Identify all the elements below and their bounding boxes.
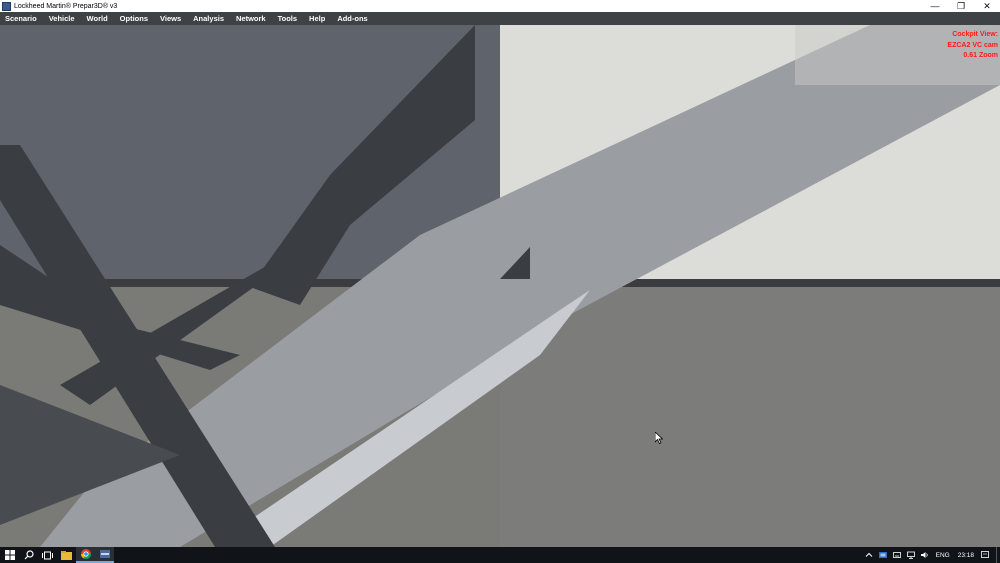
start-icon — [4, 550, 15, 560]
cockpit-scene — [0, 25, 1000, 547]
windows-taskbar: ENG 23:18 — [0, 547, 1000, 563]
chrome-button[interactable] — [76, 547, 95, 563]
start-button[interactable] — [0, 547, 19, 563]
chrome-icon — [80, 549, 91, 559]
input-language[interactable]: ENG — [932, 552, 954, 559]
menu-network[interactable]: Network — [230, 12, 272, 25]
title-bar: Lockheed Martin® Prepar3D® v3 — ❐ ✕ — [0, 0, 1000, 12]
chevron-up-icon[interactable] — [865, 551, 873, 559]
file-explorer-icon — [61, 550, 72, 560]
display-icon[interactable] — [878, 551, 887, 559]
close-button[interactable]: ✕ — [974, 0, 1000, 12]
prepar3d-app-icon — [2, 1, 11, 11]
hud-camera-name: EZCA2 VC cam — [947, 41, 998, 49]
restore-button[interactable]: ❐ — [948, 0, 974, 12]
keyboard-icon[interactable] — [892, 551, 901, 559]
notifications-icon[interactable] — [981, 551, 989, 559]
menu-views[interactable]: Views — [154, 12, 187, 25]
prepar3d-taskbar-button[interactable] — [95, 547, 114, 563]
volume-icon[interactable] — [920, 551, 929, 559]
menu-options[interactable]: Options — [114, 12, 154, 25]
task-view-button[interactable] — [38, 547, 57, 563]
file-explorer-button[interactable] — [57, 547, 76, 563]
menu-world[interactable]: World — [81, 12, 114, 25]
clock[interactable]: 23:18 — [954, 552, 978, 559]
menu-help[interactable]: Help — [303, 12, 331, 25]
menu-vehicle[interactable]: Vehicle — [43, 12, 81, 25]
menu-add-ons[interactable]: Add-ons — [331, 12, 373, 25]
menu-analysis[interactable]: Analysis — [187, 12, 230, 25]
search-button[interactable] — [19, 547, 38, 563]
camera-hud: Cockpit View: EZCA2 VC cam 0.61 Zoom — [947, 30, 998, 62]
window-controls: — ❐ ✕ — [922, 0, 1000, 12]
show-desktop-button[interactable] — [996, 547, 1000, 563]
system-tray: ENG 23:18 — [862, 547, 1000, 563]
window-title: Lockheed Martin® Prepar3D® v3 — [14, 2, 118, 10]
network-icon[interactable] — [906, 551, 915, 559]
menu-bar: Scenario Vehicle World Options Views Ana… — [0, 12, 1000, 25]
minimize-button[interactable]: — — [922, 0, 948, 12]
simulator-viewport[interactable] — [0, 25, 1000, 547]
menu-scenario[interactable]: Scenario — [0, 12, 43, 25]
task-view-icon — [42, 551, 53, 559]
menu-tools[interactable]: Tools — [272, 12, 303, 25]
mouse-cursor-icon — [654, 431, 664, 449]
prepar3d-icon — [99, 550, 110, 558]
search-icon — [24, 550, 34, 560]
hud-view-label: Cockpit View: — [952, 31, 998, 38]
hud-zoom-level: 0.61 Zoom — [963, 52, 998, 59]
